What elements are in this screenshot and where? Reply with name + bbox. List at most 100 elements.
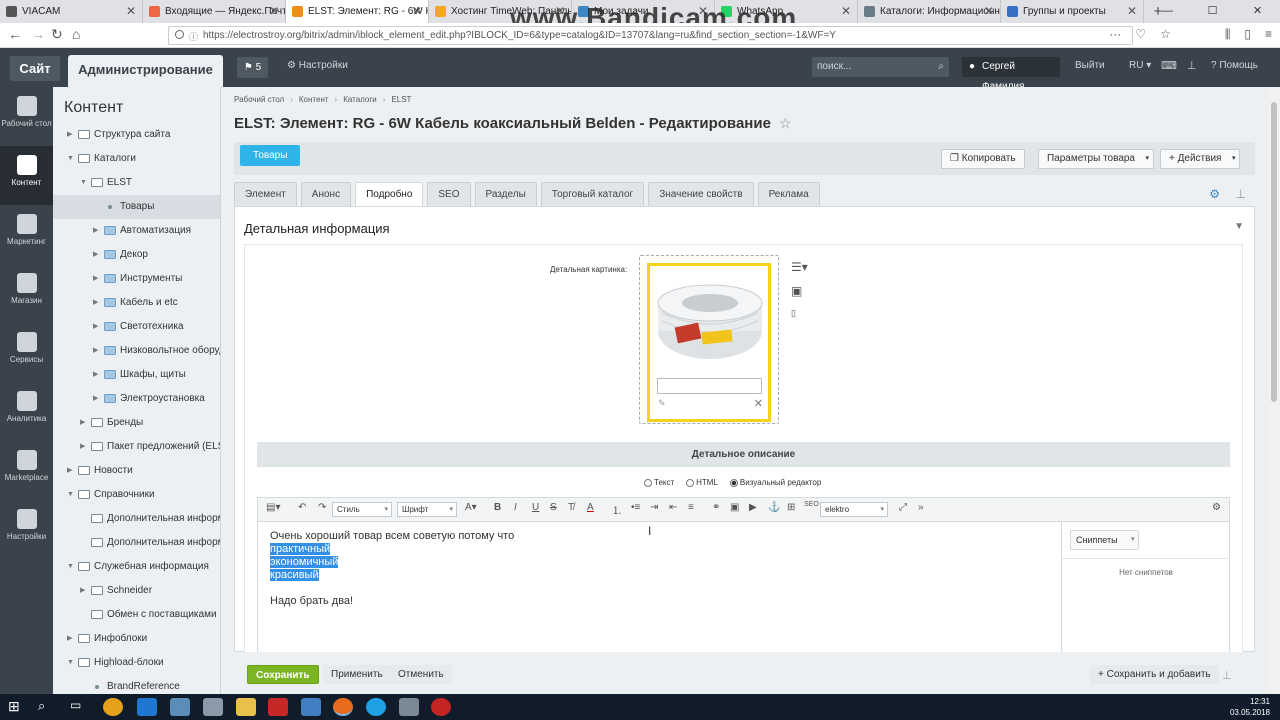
menu-item-home[interactable]: Рабочий стол	[0, 87, 53, 146]
pin-icon[interactable]: ⊥	[1222, 669, 1232, 682]
browser-tab[interactable]: ELST: Элемент: RG - 6W Кабе✕	[286, 0, 429, 23]
close-tab-icon[interactable]: ✕	[126, 0, 136, 23]
chrome-icon[interactable]	[103, 698, 123, 716]
notifications-button[interactable]: ⚑ 5	[237, 57, 268, 78]
tree-item[interactable]: ▶ Шкафы, щиты	[53, 363, 220, 387]
scrollbar-thumb[interactable]	[1271, 102, 1277, 402]
app-icon[interactable]	[203, 698, 223, 716]
close-window-button[interactable]: ✕	[1235, 0, 1280, 23]
template-select[interactable]: elektro	[820, 502, 888, 517]
tab-3[interactable]: SEO	[427, 182, 471, 206]
insert-image-icon[interactable]: ▣	[730, 502, 739, 513]
expand-arrow-icon[interactable]: ▶	[93, 267, 98, 291]
expand-arrow-icon[interactable]: ▶	[93, 387, 98, 411]
redo-icon[interactable]: ↷	[318, 502, 326, 513]
browser-tab[interactable]: Группы и проекты ✕	[1001, 0, 1144, 23]
logout-link[interactable]: Выйти	[1075, 60, 1105, 71]
favorite-star-icon[interactable]: ☆	[779, 115, 792, 131]
language-select[interactable]: RU ▾	[1129, 60, 1151, 71]
expand-arrow-icon[interactable]: ▶	[67, 459, 72, 483]
image-icon[interactable]: ▣	[791, 284, 808, 308]
goods-list-button[interactable]: Товары	[240, 145, 301, 166]
video-icon[interactable]: ▶	[749, 502, 757, 513]
expand-arrow-icon[interactable]: ▶	[93, 219, 98, 243]
tree-item[interactable]: ▶ Пакет предложений (ELST)	[53, 435, 220, 459]
library-icon[interactable]: ⫼	[1225, 27, 1231, 42]
home-icon[interactable]: ⌂	[72, 26, 80, 42]
tree-item[interactable]: ▶ Инфоблоки	[53, 627, 220, 651]
expand-arrow-icon[interactable]: ▶	[93, 291, 98, 315]
indent-icon[interactable]: ⇥	[650, 502, 658, 513]
detail-picture-preview[interactable]: ✎ ✕	[647, 263, 771, 422]
more-tools-icon[interactable]: »	[918, 502, 924, 513]
app-icon[interactable]	[301, 698, 321, 716]
cancel-button[interactable]: Отменить	[390, 665, 452, 684]
edge-icon[interactable]	[137, 698, 157, 716]
tree-item[interactable]: ▶ Электроустановка	[53, 387, 220, 411]
tree-item[interactable]: ▶ Инструменты	[53, 267, 220, 291]
tab-6[interactable]: Значение свойств	[648, 182, 754, 206]
tree-item[interactable]: Обмен с поставщиками	[53, 603, 220, 627]
collapse-arrow-icon[interactable]: ▼	[67, 483, 74, 507]
save-button[interactable]: Сохранить	[247, 665, 319, 684]
delete-icon[interactable]: ✕	[754, 397, 763, 410]
tree-item[interactable]: ▼ Highload-блоки	[53, 651, 220, 675]
tree-item[interactable]: ▼ Справочники	[53, 483, 220, 507]
tree-item[interactable]: ▼ Служебная информация	[53, 555, 220, 579]
ordered-list-icon[interactable]: ⒈	[612, 502, 622, 517]
text-color-icon[interactable]: A	[587, 502, 594, 513]
outdent-icon[interactable]: ⇤	[669, 502, 677, 513]
security-icon[interactable]	[175, 30, 184, 39]
browser-tab[interactable]: Входящие — Яндекс.Почта ✕	[143, 0, 286, 23]
minimize-button[interactable]: —	[1145, 0, 1190, 23]
tree-item[interactable]: ▼ ELST	[53, 171, 220, 195]
app-icon[interactable]	[170, 698, 190, 716]
user-button[interactable]: ●Сергей Фамилия	[962, 57, 1060, 92]
pocket-icon[interactable]: ♡	[1135, 27, 1146, 42]
bullet-list-icon[interactable]: •≡	[631, 502, 640, 513]
tree-item[interactable]: ▶ Низковольтное оборудов	[53, 339, 220, 363]
search-icon[interactable]: ⌕	[38, 698, 58, 716]
bookmark-star-icon[interactable]: ☆	[1160, 27, 1171, 42]
product-params-button[interactable]: Параметры товара ▾	[1038, 149, 1154, 169]
app-icon[interactable]	[399, 698, 419, 716]
list-menu-icon[interactable]: ☰▾	[791, 260, 808, 284]
more-icon[interactable]: ···	[1109, 27, 1121, 42]
bold-icon[interactable]: B	[494, 502, 501, 513]
editor-mode-option[interactable]: HTML	[686, 478, 718, 487]
collapse-arrow-icon[interactable]: ▼	[67, 555, 74, 579]
align-icon[interactable]: ≡	[688, 502, 694, 513]
picture-description-input[interactable]	[657, 378, 762, 394]
system-clock[interactable]: 12:31 03.05.2018	[1230, 696, 1270, 718]
radio-icon[interactable]	[644, 478, 652, 487]
layout-icon[interactable]: ▤▾	[266, 502, 280, 513]
link-icon[interactable]: ⚭	[712, 502, 720, 513]
breadcrumb-item[interactable]: Контент	[299, 95, 329, 104]
expand-arrow-icon[interactable]: ▶	[80, 435, 85, 459]
close-tab-icon[interactable]: ✕	[841, 0, 851, 23]
firefox-icon[interactable]	[333, 698, 353, 716]
close-tab-icon[interactable]: ✕	[269, 0, 279, 23]
tree-item[interactable]: Дополнительная информаци	[53, 507, 220, 531]
browser-tab[interactable]: VIACAM ✕	[0, 0, 143, 23]
collapse-arrow-icon[interactable]: ▼	[67, 147, 74, 171]
tab-7[interactable]: Реклама	[757, 182, 820, 206]
sidebar-icon[interactable]: ▯	[1244, 27, 1251, 42]
menu-item-cloud[interactable]: Marketplace	[0, 441, 53, 500]
site-button[interactable]: Сайт	[10, 56, 60, 81]
expand-arrow-icon[interactable]: ▶	[93, 363, 98, 387]
breadcrumb-item[interactable]: ELST	[391, 95, 411, 104]
close-tab-icon[interactable]: ✕	[984, 0, 994, 23]
tree-item[interactable]: Дополнительная информаци	[53, 531, 220, 555]
expand-arrow-icon[interactable]: ▶	[93, 339, 98, 363]
tree-item[interactable]: ▶ Декор	[53, 243, 220, 267]
tab-0[interactable]: Элемент	[234, 182, 297, 206]
start-icon[interactable]: ⊞	[8, 698, 28, 716]
filezilla-icon[interactable]	[268, 698, 288, 716]
tree-item[interactable]: ▶ Светотехника	[53, 315, 220, 339]
file-icon[interactable]: ▯	[791, 308, 808, 332]
editor-mode-option[interactable]: Текст	[644, 478, 674, 487]
hotkeys-icon[interactable]: ⌨	[1161, 59, 1177, 72]
maximize-button[interactable]: ☐	[1190, 0, 1235, 23]
collapse-arrow-icon[interactable]: ▼	[80, 171, 87, 195]
